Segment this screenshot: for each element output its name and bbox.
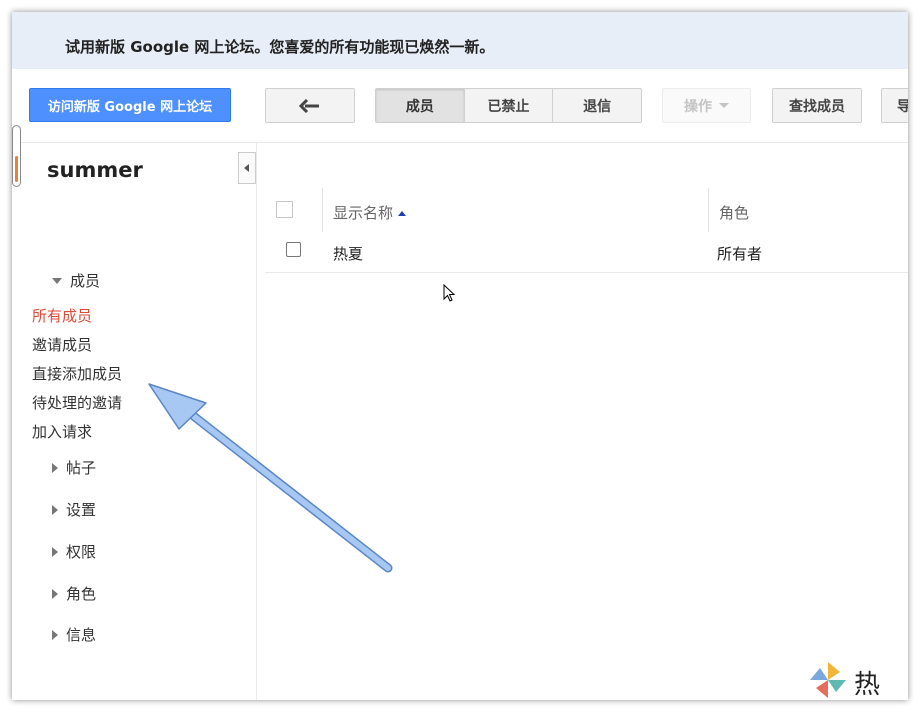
pinwheel-logo-icon	[810, 662, 846, 698]
app-window: 试用新版 Google 网上论坛。您喜爱的所有功能现已焕然一新。 访问新版 Go…	[12, 12, 908, 700]
mouse-cursor-icon	[443, 284, 456, 302]
watermark-text: 热夏	[854, 670, 889, 700]
annotation-arrow	[148, 383, 393, 573]
